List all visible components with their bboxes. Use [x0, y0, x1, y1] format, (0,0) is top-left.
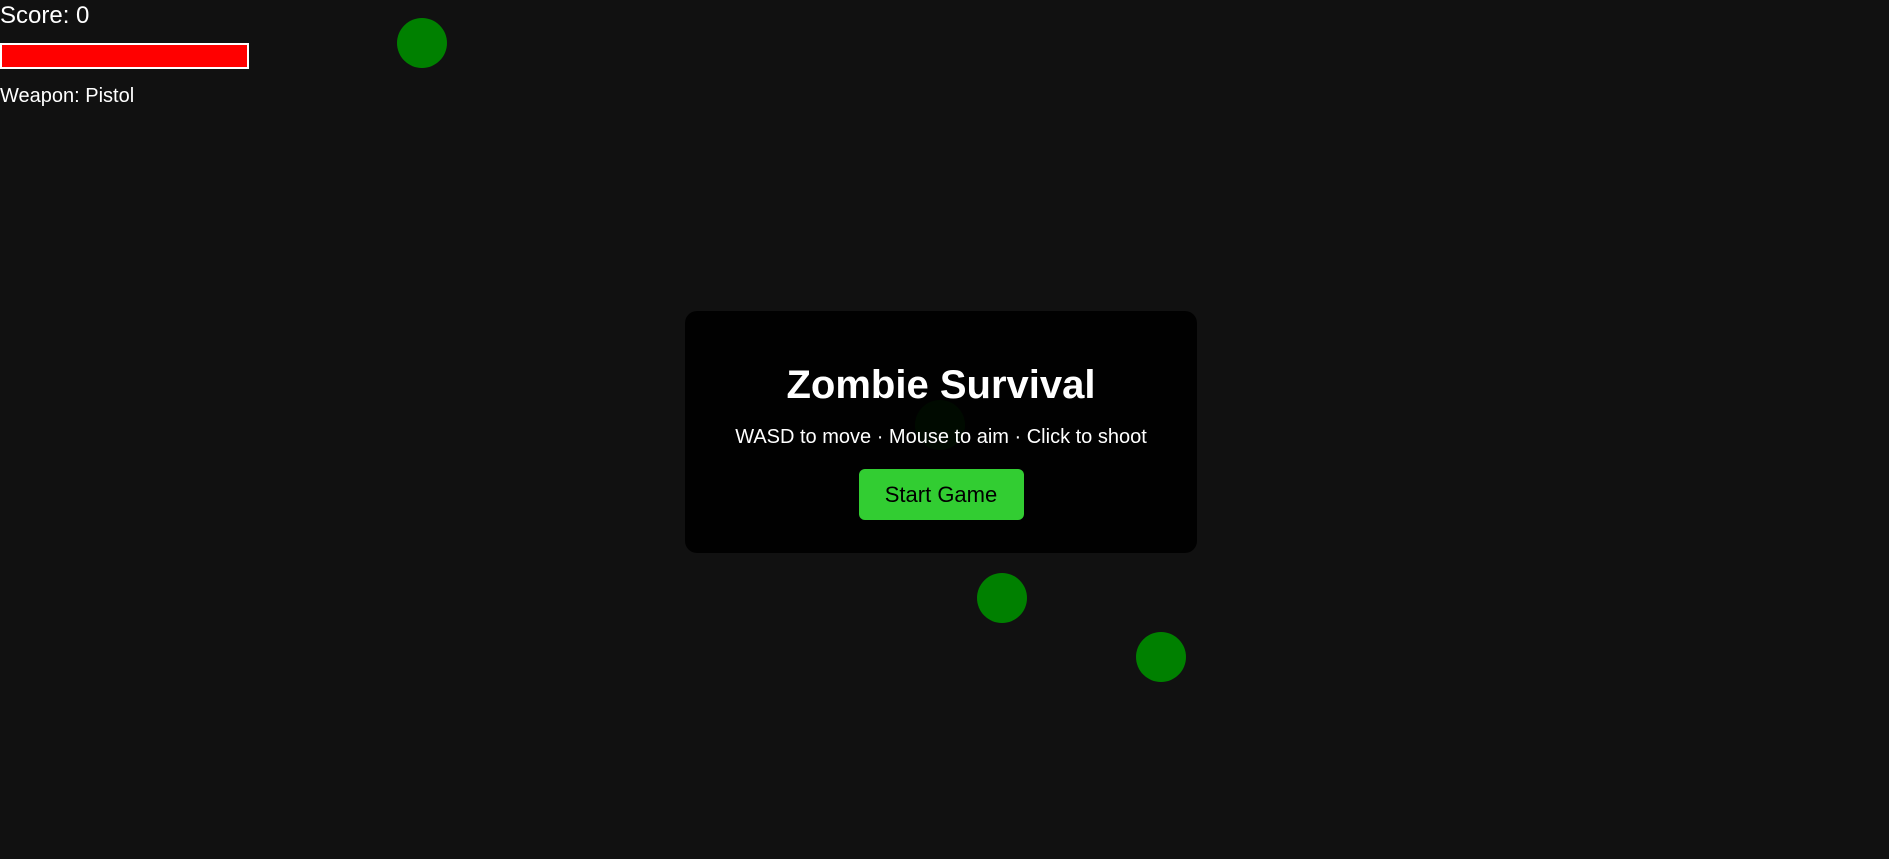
game-title: Zombie Survival: [786, 363, 1096, 407]
weapon-display: Weapon: Pistol: [0, 85, 135, 107]
start-game-button[interactable]: Start Game: [858, 469, 1024, 520]
health-bar-fill: [2, 45, 247, 67]
controls-instructions: WASD to move · Mouse to aim · Click to s…: [735, 426, 1147, 448]
zombie-enemy: [977, 573, 1027, 623]
game-canvas[interactable]: Score: 0 Weapon: Pistol Zombie Survival …: [0, 0, 1889, 859]
health-bar: [0, 43, 249, 69]
score-display: Score: 0: [0, 2, 90, 29]
zombie-enemy: [1136, 632, 1186, 682]
zombie-enemy: [397, 18, 447, 68]
start-menu-overlay: Zombie Survival WASD to move · Mouse to …: [685, 311, 1197, 553]
